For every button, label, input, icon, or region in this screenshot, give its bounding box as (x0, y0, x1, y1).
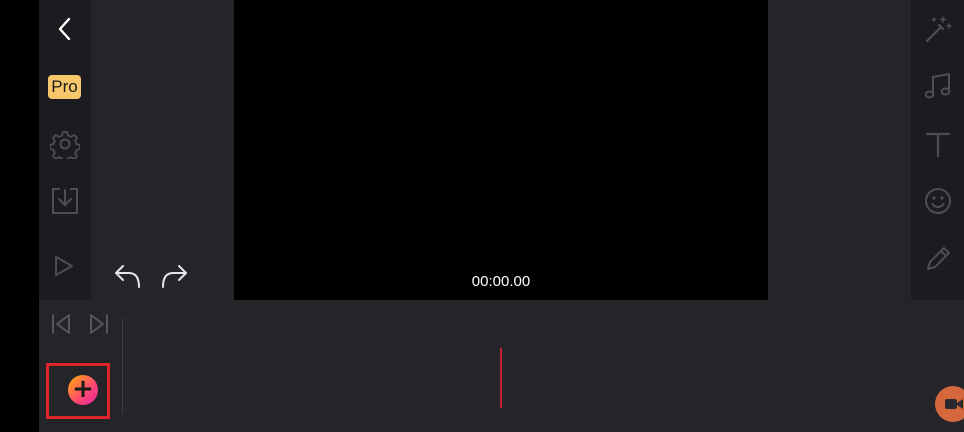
add-media-button[interactable]: + (68, 375, 98, 405)
right-toolbar (911, 0, 964, 300)
undo-icon[interactable] (113, 262, 143, 290)
timeline-divider (122, 318, 123, 414)
skip-to-end-icon[interactable] (88, 312, 110, 336)
pro-badge[interactable]: Pro (48, 75, 81, 99)
music-note-icon[interactable] (923, 71, 953, 101)
play-icon[interactable] (53, 254, 75, 278)
pencil-icon[interactable] (923, 244, 953, 274)
sticker-icon[interactable] (923, 186, 953, 216)
magic-wand-icon[interactable] (923, 14, 953, 44)
camera-icon (945, 399, 963, 409)
download-icon[interactable] (51, 186, 79, 216)
camera-button[interactable] (935, 386, 964, 422)
redo-icon[interactable] (159, 262, 189, 290)
chevron-left-icon[interactable] (55, 16, 75, 42)
timecode-label: 00:00.00 (471, 273, 531, 290)
editor-app: Pro 00:00.00 + (39, 0, 964, 432)
playhead[interactable] (500, 348, 502, 408)
text-icon[interactable] (923, 129, 953, 159)
left-toolbar: Pro (39, 0, 91, 300)
add-media-highlight: + (46, 363, 110, 419)
gear-icon[interactable] (50, 129, 80, 159)
skip-to-start-icon[interactable] (50, 312, 72, 336)
video-preview[interactable]: 00:00.00 (234, 0, 768, 300)
